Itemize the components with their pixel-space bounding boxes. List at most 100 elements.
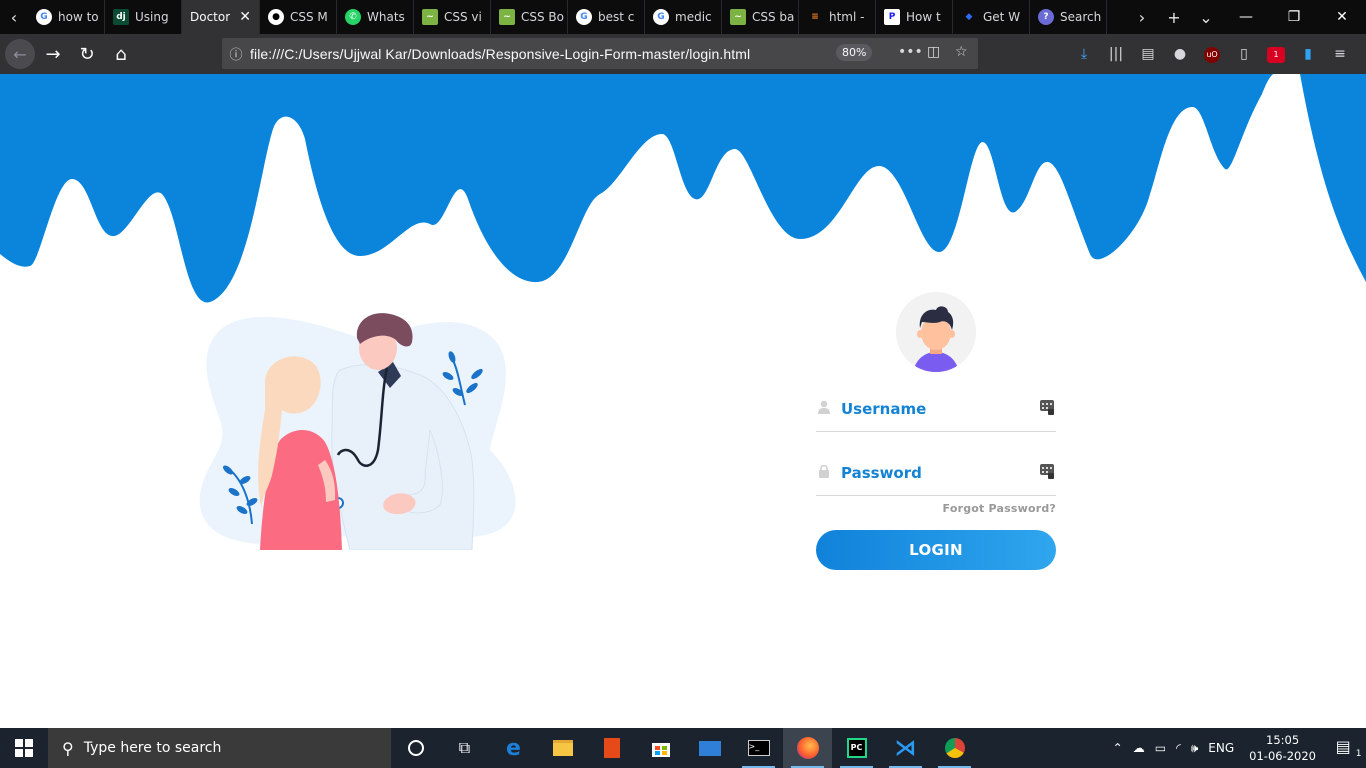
tab-how-t[interactable]: P How t — [876, 0, 953, 34]
lock-icon — [819, 464, 829, 478]
mail-icon — [698, 740, 721, 756]
login-button[interactable]: LOGIN — [816, 530, 1056, 570]
firefox-app[interactable] — [783, 728, 832, 768]
tab-how-to[interactable]: G how to — [28, 0, 105, 34]
tab-whats[interactable]: ✆ Whats — [337, 0, 414, 34]
chrome-app[interactable] — [930, 728, 979, 768]
new-tab-button[interactable]: + — [1158, 8, 1190, 27]
password-manager-icon[interactable] — [1040, 400, 1054, 415]
tab-label: CSS Bo — [521, 10, 565, 24]
terminal-icon: >_ — [747, 740, 770, 756]
account-icon[interactable]: ● — [1164, 46, 1196, 62]
url-text[interactable]: file:///C:/Users/Ujjwal Kar/Downloads/Re… — [250, 46, 750, 62]
tab-get-w[interactable]: ◆ Get W — [953, 0, 1030, 34]
patient-head — [280, 368, 316, 412]
action-center-button[interactable]: ▤ 1 — [1326, 737, 1366, 759]
tab-label: Doctor — [190, 10, 231, 24]
start-button[interactable] — [0, 728, 48, 768]
mail-app[interactable] — [685, 728, 734, 768]
search-icon: ⚲ — [62, 738, 74, 758]
clock-time: 15:05 — [1266, 733, 1300, 747]
extension-container-icon[interactable]: 1 — [1260, 45, 1292, 63]
downloads-icon[interactable]: ⤓ — [1068, 46, 1100, 62]
tab-css-vi[interactable]: ~ CSS vi — [414, 0, 491, 34]
pycharm-app[interactable]: PC — [832, 728, 881, 768]
url-bar[interactable]: ⓘ file:///C:/Users/Ujjwal Kar/Downloads/… — [222, 38, 978, 69]
forgot-password-link[interactable]: Forgot Password? — [816, 502, 1056, 515]
stackoverflow-icon: ≡ — [811, 12, 819, 22]
tab-doctor[interactable]: Doctor ✕ — [182, 0, 260, 34]
forward-button[interactable]: → — [37, 38, 69, 70]
tab-css-m[interactable]: ● CSS M — [260, 0, 337, 34]
username-field[interactable]: Username — [816, 384, 1056, 432]
vscode-app[interactable]: ⋊ — [881, 728, 930, 768]
tab-label: Using — [135, 10, 169, 24]
page-actions-icon[interactable]: ••• — [898, 44, 923, 60]
volume-icon[interactable]: 🕪 — [1186, 741, 1204, 756]
pocket-icon[interactable]: ◫ — [927, 44, 940, 60]
tab-search[interactable]: ? Search — [1030, 0, 1107, 34]
site-info-icon[interactable]: ⓘ — [222, 44, 250, 63]
file-explorer-app[interactable] — [538, 728, 587, 768]
scroll-tabs-left-button[interactable]: ‹ — [0, 0, 28, 34]
taskbar-search-placeholder: Type here to search — [83, 740, 222, 756]
notification-icon: ▤ — [1335, 736, 1351, 756]
task-view-button[interactable]: ⧉ — [440, 728, 489, 768]
password-manager-icon[interactable] — [1040, 464, 1054, 479]
tab-css-ba[interactable]: ~ CSS ba — [722, 0, 799, 34]
language-indicator[interactable]: ENG — [1203, 741, 1239, 755]
sidebar-icon[interactable]: ▤ — [1132, 46, 1164, 62]
scroll-tabs-right-button[interactable]: › — [1126, 8, 1158, 27]
back-button[interactable]: ← — [5, 39, 35, 69]
tab-label: How t — [906, 10, 941, 24]
minimize-window-button[interactable]: — — [1222, 0, 1270, 34]
reload-button[interactable]: ↻ — [71, 38, 103, 70]
extension-battery-icon[interactable]: ▮ — [1292, 46, 1324, 62]
battery-icon[interactable]: ▭ — [1150, 741, 1171, 755]
menu-icon[interactable]: ≡ — [1324, 46, 1356, 62]
library-icon[interactable]: ||| — [1100, 46, 1132, 62]
navigation-toolbar: ← → ↻ ⌂ ⓘ file:///C:/Users/Ujjwal Kar/Do… — [0, 34, 1366, 74]
wave-background — [0, 74, 1366, 303]
github-icon: ● — [268, 9, 284, 25]
tab-using[interactable]: dj Using — [105, 0, 182, 34]
google-icon: G — [576, 9, 592, 25]
codepen-icon: ~ — [422, 9, 438, 25]
list-all-tabs-button[interactable]: ⌄ — [1190, 8, 1222, 27]
close-tab-icon[interactable]: ✕ — [239, 9, 251, 25]
pinterest-icon: P — [884, 9, 900, 25]
taskbar-search-box[interactable]: ⚲ Type here to search — [48, 728, 391, 768]
terminal-app[interactable]: >_ — [734, 728, 783, 768]
chrome-icon — [944, 738, 965, 758]
mobile-icon[interactable]: ▯ — [1228, 46, 1260, 62]
tab-medic[interactable]: G medic — [645, 0, 722, 34]
bookmark-star-icon[interactable]: ☆ — [955, 44, 968, 60]
wifi-icon[interactable]: ◜ — [1171, 741, 1186, 755]
clock-date: 01-06-2020 — [1249, 749, 1316, 763]
store-app[interactable] — [636, 728, 685, 768]
tab-label: Whats — [367, 10, 405, 24]
office-app[interactable] — [587, 728, 636, 768]
django-icon: dj — [113, 9, 129, 25]
edge-app[interactable]: e — [489, 728, 538, 768]
cortana-button[interactable] — [391, 728, 440, 768]
task-view-icon: ⧉ — [458, 738, 471, 757]
firefox-icon — [796, 737, 819, 759]
close-window-button[interactable]: ✕ — [1318, 0, 1366, 34]
onedrive-icon[interactable]: ☁ — [1128, 741, 1150, 755]
clock[interactable]: 15:05 01-06-2020 — [1239, 732, 1326, 764]
password-field[interactable]: Password — [816, 448, 1056, 496]
restore-window-button[interactable]: ❐ — [1270, 0, 1318, 34]
tab-css-bo[interactable]: ~ CSS Bo — [491, 0, 568, 34]
home-button[interactable]: ⌂ — [105, 38, 137, 70]
tab-best-c[interactable]: G best c — [568, 0, 645, 34]
zoom-indicator[interactable]: 80% — [836, 44, 873, 61]
doctor-patient-illustration — [199, 313, 516, 550]
ublock-icon[interactable]: uO — [1196, 45, 1228, 63]
pycharm-icon: PC — [846, 738, 867, 758]
tab-label: CSS ba — [752, 10, 795, 24]
tab-html[interactable]: ≡ html - — [799, 0, 876, 34]
show-hidden-icons-icon[interactable]: ⌃ — [1108, 741, 1128, 755]
codepen-icon: ~ — [499, 9, 515, 25]
windows-taskbar: ⚲ Type here to search ⧉ e >_ PC ⋊ ⌃ ☁ ▭ … — [0, 728, 1366, 768]
